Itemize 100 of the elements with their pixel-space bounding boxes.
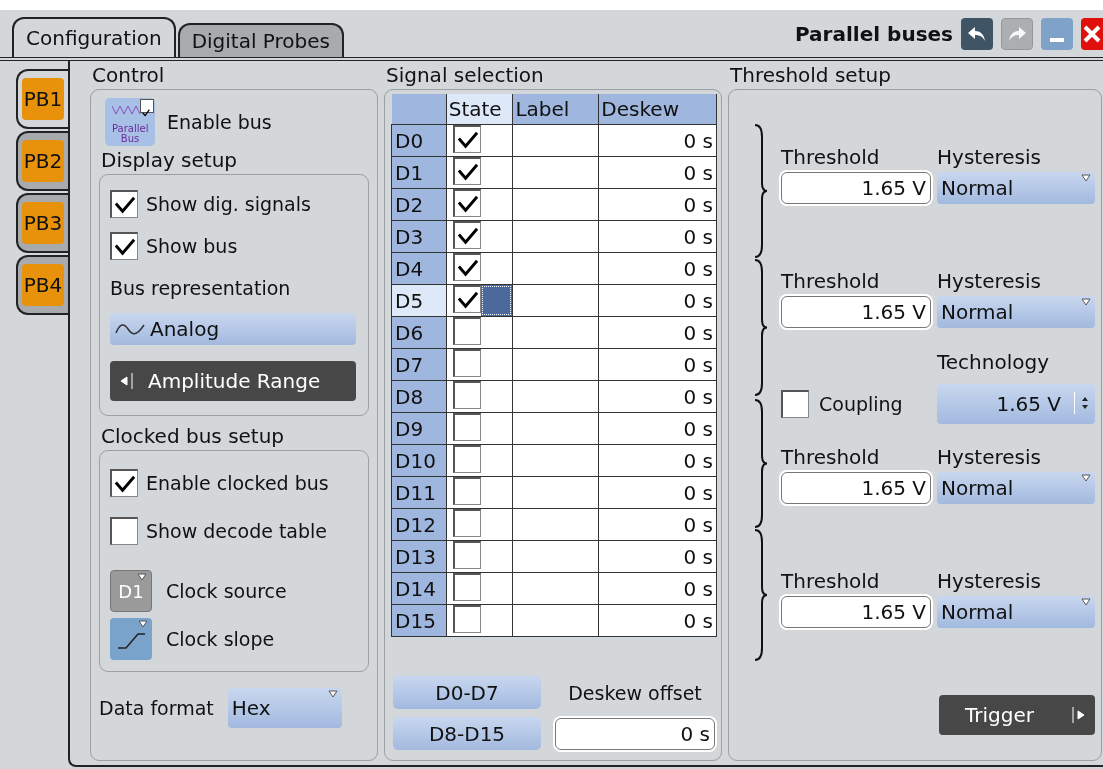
row-header[interactable]: D6 bbox=[391, 316, 447, 349]
bus-tab[interactable]: PB1 bbox=[16, 69, 68, 129]
bus-tab[interactable]: PB3 bbox=[16, 193, 68, 253]
clock-slope-button[interactable] bbox=[110, 618, 152, 660]
column-header[interactable]: Label bbox=[512, 94, 599, 125]
technology-spinbox[interactable]: 1.65 V bbox=[937, 384, 1095, 424]
row-header[interactable]: D15 bbox=[391, 604, 447, 637]
table-cell[interactable] bbox=[446, 444, 513, 477]
checkbox[interactable] bbox=[452, 157, 481, 185]
row-header[interactable]: D10 bbox=[391, 444, 447, 477]
checkbox[interactable] bbox=[452, 381, 481, 409]
checkbox[interactable] bbox=[452, 541, 481, 569]
bus-tab[interactable]: PB2 bbox=[16, 131, 68, 191]
table-cell[interactable] bbox=[512, 284, 599, 317]
checkbox[interactable] bbox=[452, 189, 481, 217]
hysteresis-dropdown[interactable]: Normal bbox=[937, 472, 1095, 504]
amplitude-range-button[interactable]: Amplitude Range bbox=[110, 361, 356, 401]
threshold-field[interactable]: 1.65 V bbox=[781, 596, 931, 628]
row-header[interactable]: D0 bbox=[391, 124, 447, 157]
checkbox[interactable] bbox=[452, 221, 481, 249]
table-cell[interactable] bbox=[512, 572, 599, 605]
row-header[interactable]: D2 bbox=[391, 188, 447, 221]
table-cell[interactable] bbox=[512, 252, 599, 285]
checkbox[interactable] bbox=[110, 232, 138, 260]
table-cell[interactable] bbox=[512, 380, 599, 413]
deskew-offset-field[interactable]: 0 s bbox=[555, 717, 715, 750]
threshold-field[interactable]: 1.65 V bbox=[781, 172, 931, 204]
table-cell[interactable] bbox=[512, 156, 599, 189]
row-header[interactable]: D7 bbox=[391, 348, 447, 381]
table-cell[interactable] bbox=[446, 348, 513, 381]
table-cell[interactable] bbox=[446, 156, 513, 189]
column-header[interactable]: State bbox=[446, 94, 513, 125]
table-cell[interactable] bbox=[446, 316, 513, 349]
table-cell[interactable] bbox=[512, 476, 599, 509]
hysteresis-dropdown[interactable]: Normal bbox=[937, 596, 1095, 628]
table-cell[interactable] bbox=[446, 188, 513, 221]
checkbox[interactable] bbox=[452, 509, 481, 537]
checkbox[interactable] bbox=[781, 390, 809, 418]
bus-representation-dropdown[interactable]: Analog bbox=[110, 313, 356, 345]
table-cell[interactable] bbox=[512, 220, 599, 253]
data-format-dropdown[interactable]: Hex bbox=[227, 688, 342, 728]
table-cell[interactable] bbox=[446, 572, 513, 605]
checkbox[interactable] bbox=[452, 605, 481, 633]
range-button[interactable]: D8-D15 bbox=[393, 717, 541, 750]
checkbox[interactable] bbox=[110, 517, 138, 545]
table-cell[interactable] bbox=[512, 604, 599, 637]
row-header[interactable]: D4 bbox=[391, 252, 447, 285]
table-cell[interactable] bbox=[512, 412, 599, 445]
table-cell[interactable] bbox=[446, 124, 513, 157]
checkbox[interactable] bbox=[452, 349, 481, 377]
minimize-button[interactable] bbox=[1041, 17, 1073, 50]
row-header[interactable]: D9 bbox=[391, 412, 447, 445]
checkbox[interactable] bbox=[452, 125, 481, 153]
row-header[interactable]: D11 bbox=[391, 476, 447, 509]
checkbox[interactable] bbox=[452, 253, 481, 281]
threshold-field[interactable]: 1.65 V bbox=[781, 472, 931, 504]
checkbox[interactable] bbox=[452, 477, 481, 505]
checkbox[interactable] bbox=[452, 285, 481, 313]
table-cell[interactable] bbox=[512, 316, 599, 349]
table-cell[interactable] bbox=[446, 380, 513, 413]
bus-tab[interactable]: PB4 bbox=[16, 255, 68, 315]
row-header[interactable]: D3 bbox=[391, 220, 447, 253]
table-cell[interactable] bbox=[446, 476, 513, 509]
undo-button[interactable] bbox=[961, 17, 993, 50]
row-header[interactable]: D12 bbox=[391, 508, 447, 541]
table-cell[interactable] bbox=[446, 252, 513, 285]
table-cell[interactable] bbox=[512, 124, 599, 157]
table-cell[interactable] bbox=[512, 508, 599, 541]
trigger-button[interactable]: Trigger bbox=[939, 695, 1095, 735]
table-cell[interactable] bbox=[446, 412, 513, 445]
table-cell[interactable] bbox=[512, 188, 599, 221]
tab[interactable]: Digital Probes bbox=[177, 23, 344, 57]
table-cell[interactable] bbox=[512, 348, 599, 381]
table-cell[interactable] bbox=[446, 604, 513, 637]
row-header[interactable]: D14 bbox=[391, 572, 447, 605]
table-cell[interactable] bbox=[446, 220, 513, 253]
close-button[interactable] bbox=[1081, 17, 1103, 50]
checkbox[interactable] bbox=[110, 190, 138, 218]
column-header[interactable]: Deskew bbox=[598, 94, 717, 125]
hysteresis-dropdown[interactable]: Normal bbox=[937, 172, 1095, 204]
checkbox[interactable] bbox=[452, 317, 481, 345]
table-cell[interactable] bbox=[446, 284, 513, 317]
checkbox[interactable] bbox=[452, 445, 481, 473]
table-cell: 0 s bbox=[598, 572, 717, 605]
range-button[interactable]: D0-D7 bbox=[393, 676, 541, 709]
checkbox[interactable] bbox=[110, 469, 138, 497]
table-cell[interactable] bbox=[446, 508, 513, 541]
row-header[interactable]: D8 bbox=[391, 380, 447, 413]
bus-toggle[interactable]: Parallel Bus bbox=[105, 98, 155, 146]
tab[interactable]: Configuration bbox=[12, 17, 176, 57]
hysteresis-dropdown[interactable]: Normal bbox=[937, 296, 1095, 328]
checkbox[interactable] bbox=[452, 573, 481, 601]
table-cell[interactable] bbox=[446, 540, 513, 573]
row-header[interactable]: D13 bbox=[391, 540, 447, 573]
threshold-field[interactable]: 1.65 V bbox=[781, 296, 931, 328]
table-cell[interactable] bbox=[512, 540, 599, 573]
checkbox[interactable] bbox=[452, 413, 481, 441]
row-header[interactable]: D5 bbox=[391, 284, 447, 317]
table-cell[interactable] bbox=[512, 444, 599, 477]
row-header[interactable]: D1 bbox=[391, 156, 447, 189]
